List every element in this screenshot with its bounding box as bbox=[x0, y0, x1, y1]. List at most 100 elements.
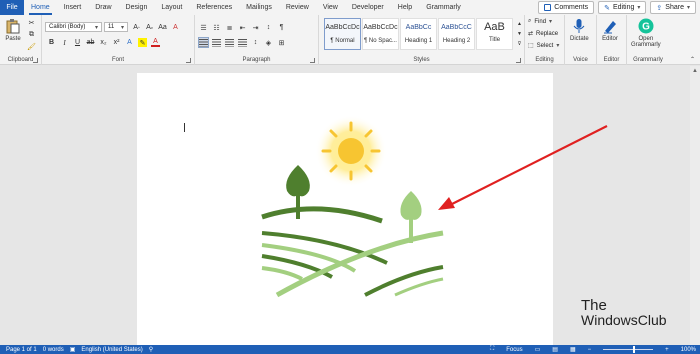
landscape-illustration[interactable] bbox=[137, 73, 553, 353]
format-painter-icon[interactable]: 🖌 bbox=[27, 42, 36, 51]
font-name-select[interactable]: Calibri (Body) ▾ bbox=[45, 22, 102, 32]
tab-insert[interactable]: Insert bbox=[57, 0, 89, 15]
editing-group-label: Editing bbox=[535, 57, 554, 63]
numbering-icon[interactable]: ☷ bbox=[212, 23, 221, 32]
style-no-spacing[interactable]: AaBbCcDc ¶ No Spac... bbox=[362, 18, 399, 50]
comments-button[interactable]: Comments bbox=[538, 1, 595, 14]
line-spacing-icon[interactable]: ↕ bbox=[251, 38, 260, 47]
tab-layout[interactable]: Layout bbox=[154, 0, 189, 15]
style-heading-2[interactable]: AaBbCcC Heading 2 bbox=[438, 18, 475, 50]
shrink-font-icon[interactable]: Av bbox=[145, 23, 154, 32]
find-button[interactable]: ⌕ Find ▾ bbox=[528, 18, 552, 25]
font-group-label: Font bbox=[111, 57, 124, 63]
styles-group-label: Styles bbox=[413, 57, 430, 63]
tab-draw[interactable]: Draw bbox=[88, 0, 118, 15]
italic-button[interactable]: I bbox=[60, 38, 69, 47]
superscript-icon[interactable]: x² bbox=[112, 38, 121, 47]
word-count[interactable]: 0 words bbox=[43, 347, 64, 353]
replace-button[interactable]: ⇄ Replace bbox=[528, 30, 558, 38]
decrease-indent-icon[interactable]: ⇤ bbox=[238, 23, 247, 32]
styles-more-icon[interactable]: ⊽ bbox=[515, 39, 524, 48]
editing-mode-button[interactable]: ✎ Editing ▾ bbox=[598, 1, 647, 14]
bullets-icon[interactable]: ☰ bbox=[199, 23, 208, 32]
tab-references[interactable]: References bbox=[189, 0, 239, 15]
font-format-row: B I U ab x₂ x² A ✎ A bbox=[47, 38, 160, 47]
font-color-icon[interactable]: A bbox=[151, 38, 160, 47]
bold-button[interactable]: B bbox=[47, 38, 56, 47]
justify-icon[interactable] bbox=[238, 38, 247, 47]
status-bar: Page 1 of 1 0 words ▣ English (United St… bbox=[0, 345, 700, 354]
style-heading-1[interactable]: AaBbCc Heading 1 bbox=[400, 18, 437, 50]
style-title[interactable]: AaB Title bbox=[476, 18, 513, 50]
highlight-icon[interactable]: ✎ bbox=[138, 38, 147, 47]
share-button[interactable]: ⇪ Share ▾ bbox=[650, 1, 696, 14]
shading-icon[interactable]: ◈ bbox=[264, 38, 273, 47]
search-icon: ⌕ bbox=[528, 18, 532, 24]
select-button[interactable]: ⬚ Select ▾ bbox=[528, 42, 559, 50]
chevron-down-icon: ▾ bbox=[637, 5, 641, 11]
styles-scroll-down-icon[interactable]: ▼ bbox=[515, 29, 524, 38]
clear-formatting-icon[interactable]: A bbox=[171, 23, 180, 32]
increase-indent-icon[interactable]: ⇥ bbox=[251, 23, 260, 32]
tab-help[interactable]: Help bbox=[391, 0, 419, 15]
watermark-line2: WindowsClub bbox=[581, 312, 667, 328]
multilevel-list-icon[interactable]: ≣ bbox=[225, 23, 234, 32]
zoom-slider-knob[interactable] bbox=[633, 346, 636, 353]
strikethrough-icon[interactable]: ab bbox=[86, 38, 95, 47]
scroll-up-icon[interactable]: ▲ bbox=[692, 68, 698, 74]
clipboard-launcher-icon[interactable] bbox=[33, 58, 38, 63]
zoom-out-icon[interactable]: − bbox=[588, 347, 592, 353]
read-mode-icon[interactable]: ▭ bbox=[535, 346, 541, 353]
tab-view[interactable]: View bbox=[316, 0, 345, 15]
text-effects-icon[interactable]: A bbox=[125, 38, 134, 47]
zoom-in-icon[interactable]: + bbox=[665, 347, 669, 353]
font-size-select[interactable]: 11 ▾ bbox=[104, 22, 128, 32]
tab-mailings[interactable]: Mailings bbox=[239, 0, 279, 15]
proofing-icon[interactable]: ▣ bbox=[70, 346, 76, 353]
collapse-ribbon-icon[interactable]: ⌃ bbox=[688, 55, 697, 64]
paste-button[interactable]: Paste bbox=[5, 18, 21, 42]
change-case-icon[interactable]: Aa bbox=[158, 23, 167, 32]
zoom-slider[interactable] bbox=[603, 346, 654, 353]
zoom-level[interactable]: 100% bbox=[681, 347, 696, 353]
cut-icon[interactable]: ✂ bbox=[27, 18, 36, 27]
chevron-down-icon: ▾ bbox=[94, 24, 98, 31]
tab-design[interactable]: Design bbox=[119, 0, 155, 15]
font-launcher-icon[interactable] bbox=[186, 58, 191, 63]
web-layout-icon[interactable]: ▦ bbox=[570, 346, 576, 353]
paragraph-launcher-icon[interactable] bbox=[310, 58, 315, 63]
open-grammarly-button[interactable]: G Open Grammarly bbox=[631, 18, 661, 48]
styles-launcher-icon[interactable] bbox=[516, 58, 521, 63]
subscript-icon[interactable]: x₂ bbox=[99, 38, 108, 47]
vertical-scrollbar[interactable]: ▲ bbox=[690, 66, 700, 345]
language-status[interactable]: English (United States) bbox=[81, 347, 142, 353]
top-right-buttons: Comments ✎ Editing ▾ ⇪ Share ▾ bbox=[538, 1, 696, 14]
document-page[interactable] bbox=[137, 73, 553, 353]
align-right-icon[interactable] bbox=[225, 38, 234, 47]
tab-developer[interactable]: Developer bbox=[345, 0, 391, 15]
style-name: ¶ Normal bbox=[330, 38, 355, 44]
accessibility-icon[interactable]: ⚲ bbox=[149, 346, 153, 353]
style-normal[interactable]: AaBbCcDc ¶ Normal bbox=[324, 18, 361, 50]
underline-button[interactable]: U bbox=[73, 38, 82, 47]
grow-font-icon[interactable]: A ^ bbox=[132, 23, 141, 32]
tab-review[interactable]: Review bbox=[279, 0, 316, 15]
sort-icon[interactable]: ↕ bbox=[264, 23, 273, 32]
print-layout-icon[interactable]: ▤ bbox=[552, 346, 558, 353]
tab-grammarly[interactable]: Grammarly bbox=[419, 0, 468, 15]
show-marks-icon[interactable]: ¶ bbox=[277, 23, 286, 32]
chevron-down-icon: ▾ bbox=[120, 24, 124, 31]
copy-icon[interactable]: ⧉ bbox=[27, 30, 36, 39]
align-center-icon[interactable] bbox=[212, 38, 221, 47]
align-left-icon[interactable] bbox=[198, 37, 209, 48]
tab-home[interactable]: Home bbox=[24, 0, 57, 15]
chevron-down-icon: ▾ bbox=[686, 5, 690, 11]
focus-label[interactable]: Focus bbox=[506, 347, 522, 353]
focus-icon[interactable]: ⛶ bbox=[490, 346, 494, 353]
page-count[interactable]: Page 1 of 1 bbox=[6, 347, 37, 353]
styles-scroll-up-icon[interactable]: ▲ bbox=[515, 19, 524, 28]
dictate-button[interactable]: Dictate bbox=[570, 18, 589, 42]
borders-icon[interactable]: ⊞ bbox=[277, 38, 286, 47]
editor-button[interactable]: Editor bbox=[602, 18, 618, 42]
tab-file[interactable]: File bbox=[0, 0, 24, 15]
